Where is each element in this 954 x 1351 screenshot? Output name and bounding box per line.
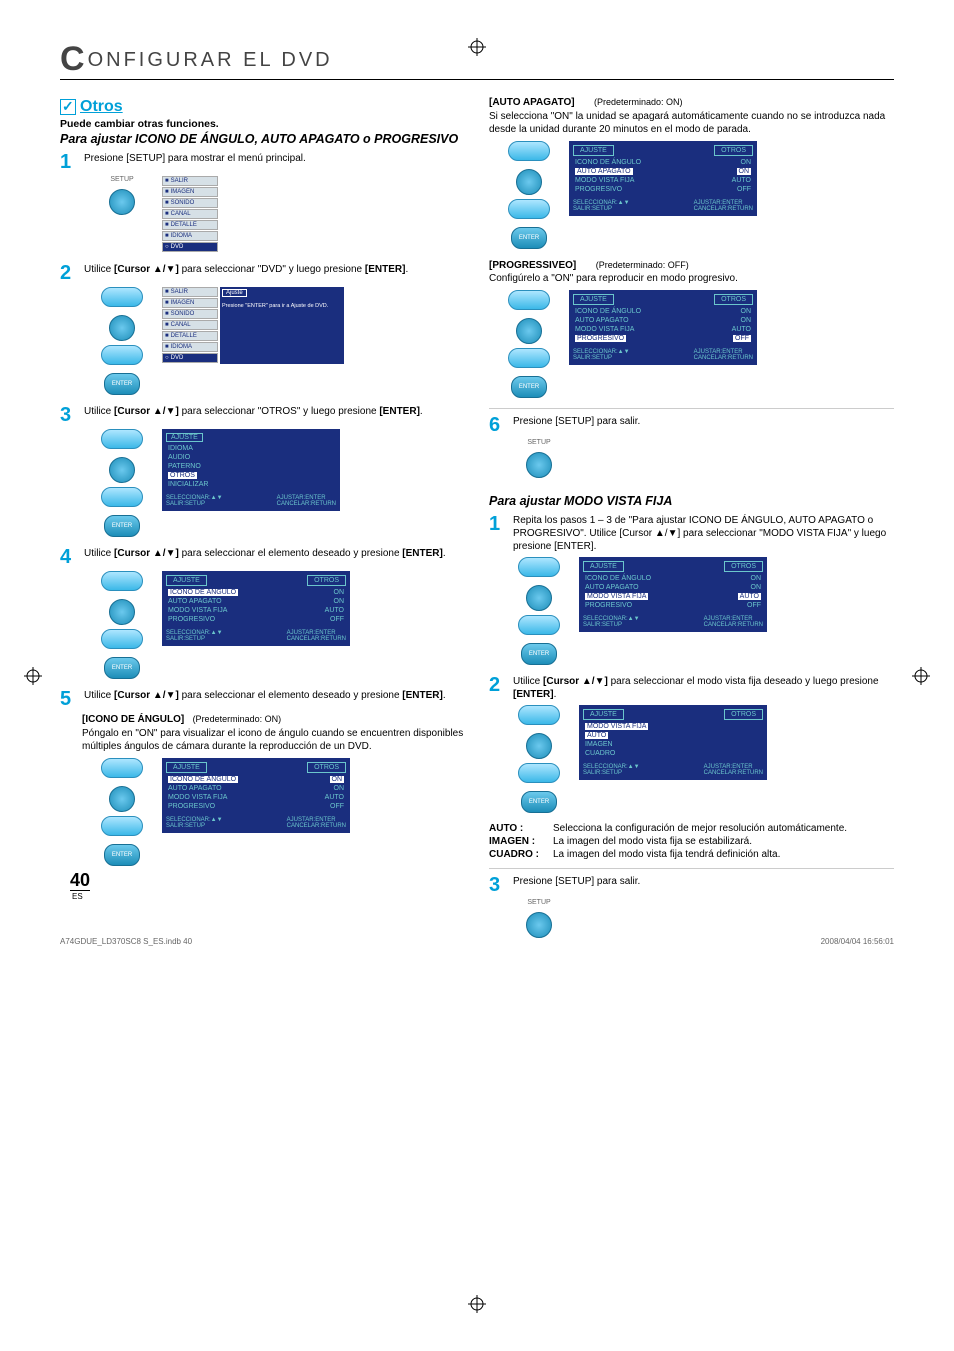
osd-progressive-panel: AJUSTEOTROS ICONO DE ÁNGULOON AUTO APAGA… [569, 290, 757, 365]
step-6: 6 Presione [SETUP] para salir. [489, 415, 894, 435]
figure-auto-apagato: ENTER AJUSTEOTROS ICONO DE ÁNGULOON AUTO… [499, 141, 894, 249]
right-column: [AUTO APAGATO] (Predeterminado: ON) Si s… [489, 94, 894, 952]
setup-label: SETUP [527, 899, 550, 906]
step-3-text: Utilice [Cursor ▲/▼] para seleccionar "O… [84, 405, 423, 418]
figure-step-6: SETUP [509, 439, 894, 482]
step-6-text: Presione [SETUP] para salir. [513, 415, 640, 428]
page-footer: A74GDUE_LD370SC8 S_ES.indb 40 2008/04/04… [60, 937, 894, 946]
remote-navigation-icon: ENTER [92, 571, 152, 679]
enter-label: ENTER [104, 373, 140, 395]
page-number: 40ES [70, 870, 90, 902]
osd-mvf-options-panel: AJUSTEOTROS MODO VISTA FIJA AUTO IMAGEN … [579, 705, 767, 780]
enter-label: ENTER [104, 657, 140, 679]
osd-dvd-hint: Ajuste Presione "ENTER" para ir a Ajuste… [220, 287, 344, 364]
osd-ajuste-list: AJUSTE IDIOMA AUDIO PATERNO OTROS INICIA… [162, 429, 340, 511]
progressive-block: [PROGRESSIVEO] (Predeterminado: OFF) Con… [489, 259, 894, 286]
osd-auto-apagato-panel: AJUSTEOTROS ICONO DE ÁNGULOON AUTO APAGA… [569, 141, 757, 216]
remote-navigation-icon: ENTER [92, 287, 152, 395]
enter-label: ENTER [511, 227, 547, 249]
step-2-text: Utilice [Cursor ▲/▼] para seleccionar "D… [84, 263, 408, 276]
step-2: 2 Utilice [Cursor ▲/▼] para seleccionar … [60, 263, 465, 283]
remote-navigation-icon: ENTER [92, 429, 152, 537]
remote-setup-icon: SETUP [509, 899, 569, 942]
step-4-text: Utilice [Cursor ▲/▼] para seleccionar el… [84, 547, 446, 560]
figure-step-1: SETUP ■SALIR ■IMAGEN ■SONIDO ■CANAL ■DET… [92, 176, 465, 253]
figure-mvf-1: ENTER AJUSTEOTROS ICONO DE ÁNGULOON AUTO… [509, 557, 894, 665]
enter-label: ENTER [521, 791, 557, 813]
subsection-title: Para ajustar ICONO DE ÁNGULO, AUTO APAGA… [60, 132, 465, 146]
remote-setup-icon: SETUP [509, 439, 569, 482]
section-subtitle: Puede cambiar otras funciones. [60, 118, 465, 130]
enter-label: ENTER [521, 643, 557, 665]
mvf-options-desc: AUTO :Selecciona la configuración de mej… [489, 823, 894, 860]
step-number: 3 [489, 875, 507, 895]
check-icon [60, 99, 76, 115]
registration-mark-icon [468, 1295, 486, 1313]
setup-label: SETUP [527, 439, 550, 446]
step-5-text: Utilice [Cursor ▲/▼] para seleccionar el… [84, 689, 446, 702]
chapter-title: CONFIGURAR EL DVD [60, 40, 894, 80]
step-number: 2 [489, 675, 507, 695]
figure-progressive: ENTER AJUSTEOTROS ICONO DE ÁNGULOON AUTO… [499, 290, 894, 398]
step-number: 3 [60, 405, 78, 425]
auto-apagato-block: [AUTO APAGATO] (Predeterminado: ON) Si s… [489, 96, 894, 137]
osd-icono-panel: AJUSTEOTROS ICONO DE ÁNGULOON AUTO APAGA… [162, 758, 350, 833]
figure-icono: ENTER AJUSTEOTROS ICONO DE ÁNGULOON AUTO… [92, 758, 465, 866]
main-menu-graphic: ■SALIR ■IMAGEN ■SONIDO ■CANAL ■DETALLE ■… [162, 176, 218, 253]
figure-mvf-2: ENTER AJUSTEOTROS MODO VISTA FIJA AUTO I… [509, 705, 894, 813]
figure-step-2: ENTER ■SALIR ■IMAGEN ■SONIDO ■CANAL ■DET… [92, 287, 465, 395]
subsection2-title: Para ajustar MODO VISTA FIJA [489, 494, 894, 508]
step-number: 4 [60, 547, 78, 567]
mvf-step-2-text: Utilice [Cursor ▲/▼] para seleccionar el… [513, 675, 894, 701]
enter-label: ENTER [511, 376, 547, 398]
setup-label: SETUP [110, 176, 133, 183]
mvf-step-2: 2 Utilice [Cursor ▲/▼] para seleccionar … [489, 675, 894, 701]
figure-step-4: ENTER AJUSTEOTROS ICONO DE ÁNGULOON AUTO… [92, 571, 465, 679]
enter-label: ENTER [104, 844, 140, 866]
mvf-step-1: 1 Repita los pasos 1 – 3 de "Para ajusta… [489, 514, 894, 553]
remote-navigation-icon: ENTER [509, 705, 569, 813]
osd-mvf-select-panel: AJUSTEOTROS ICONO DE ÁNGULOON AUTO APAGA… [579, 557, 767, 632]
step-number: 5 [60, 689, 78, 709]
remote-setup-icon: SETUP [92, 176, 152, 219]
figure-step-3: ENTER AJUSTE IDIOMA AUDIO PATERNO OTROS … [92, 429, 465, 537]
left-column: Otros Puede cambiar otras funciones. Par… [60, 94, 465, 952]
remote-navigation-icon: ENTER [499, 290, 559, 398]
remote-navigation-icon: ENTER [499, 141, 559, 249]
remote-navigation-icon: ENTER [92, 758, 152, 866]
osd-otros-panel: AJUSTEOTROS ICONO DE ÁNGULOON AUTO APAGA… [162, 571, 350, 646]
step-number: 1 [60, 152, 78, 172]
step-number: 6 [489, 415, 507, 435]
icono-block: [ICONO DE ÁNGULO] (Predeterminado: ON) P… [82, 713, 465, 754]
step-1: 1 Presione [SETUP] para mostrar el menú … [60, 152, 465, 172]
mvf-step-3-text: Presione [SETUP] para salir. [513, 875, 640, 888]
step-number: 2 [60, 263, 78, 283]
section-otros: Otros [60, 98, 465, 116]
enter-label: ENTER [104, 515, 140, 537]
step-5: 5 Utilice [Cursor ▲/▼] para seleccionar … [60, 689, 465, 709]
main-menu-graphic: ■SALIR ■IMAGEN ■SONIDO ■CANAL ■DETALLE ■… [162, 287, 218, 364]
remote-navigation-icon: ENTER [509, 557, 569, 665]
mvf-step-3: 3 Presione [SETUP] para salir. [489, 875, 894, 895]
step-4: 4 Utilice [Cursor ▲/▼] para seleccionar … [60, 547, 465, 567]
step-1-text: Presione [SETUP] para mostrar el menú pr… [84, 153, 306, 164]
mvf-step-1-text: Repita los pasos 1 – 3 de "Para ajustar … [513, 514, 894, 553]
step-number: 1 [489, 514, 507, 534]
step-3: 3 Utilice [Cursor ▲/▼] para seleccionar … [60, 405, 465, 425]
figure-mvf-3: SETUP [509, 899, 894, 942]
